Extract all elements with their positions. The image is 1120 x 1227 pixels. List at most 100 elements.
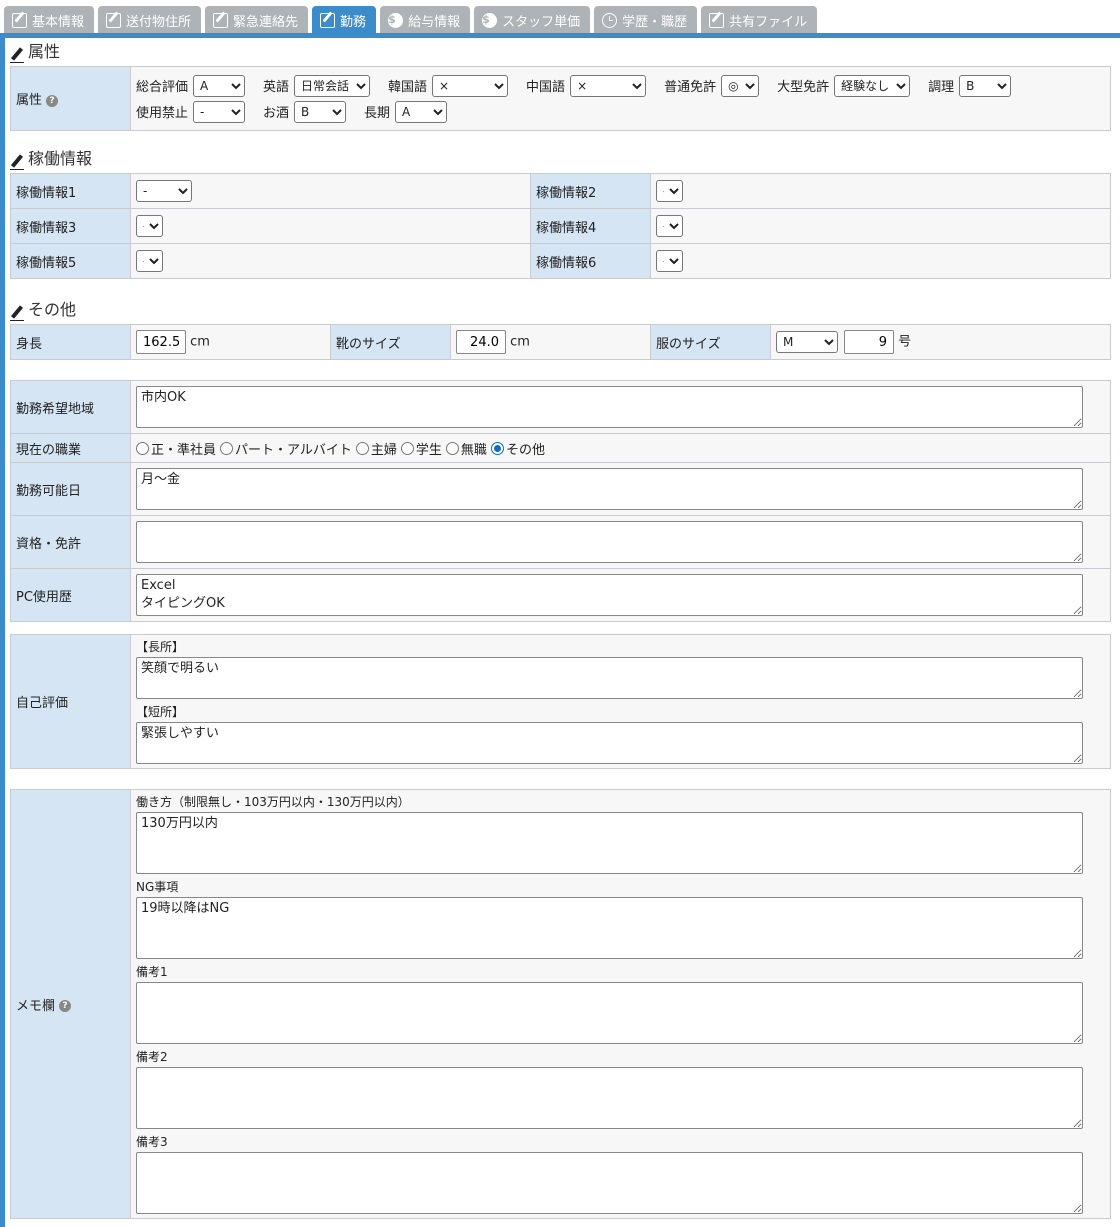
license-row: 資格・免許 (10, 515, 1111, 569)
current-job-label: 現在の職業 (10, 433, 131, 463)
radio-button-selected[interactable] (490, 441, 504, 455)
memo-label-cell: メモ欄? (10, 789, 131, 1219)
tab-shared-files[interactable]: 共有ファイル (701, 6, 818, 34)
current-job-radio-group: 正・準社員 パート・アルバイト 主婦 学生 無職 その他 (136, 439, 1105, 458)
tab-education-career[interactable]: 学歴・職歴 (594, 6, 698, 34)
radio-button[interactable] (445, 441, 459, 455)
ng-items-label: NG事項 (136, 880, 179, 894)
job-radio-parttime[interactable]: パート・アルバイト (220, 439, 352, 458)
ng-items-textarea[interactable]: 19時以降はNG (136, 897, 1083, 959)
tab-label: 共有ファイル (729, 14, 808, 30)
height-input[interactable] (136, 330, 186, 354)
alcohol-select[interactable]: B (294, 100, 347, 123)
job-radio-other[interactable]: その他 (490, 439, 545, 458)
korean-select[interactable]: × (432, 74, 509, 97)
note3-textarea[interactable] (136, 1152, 1083, 1214)
tab-label: 基本情報 (32, 14, 85, 30)
self-evaluation-value-cell: 【長所】 笑顔で明るい 【短所】 緊張しやすい (130, 634, 1111, 769)
work-style-textarea[interactable]: 130万円以内 (136, 812, 1083, 874)
pc-history-label: PC使用歴 (10, 568, 131, 622)
available-days-value-cell: 月～金 (130, 462, 1111, 516)
attributes-row: 属性? 総合評価 A 英語 日常会話 韓国語 × 中国語 × 普通免許 ◎ 大型免許 経験な… (10, 66, 1111, 131)
operation-value-cell: - (650, 208, 1111, 244)
operation-label: 稼働情報2 (530, 173, 651, 209)
tab-label: 給与情報 (408, 14, 461, 30)
operation-5-select[interactable]: - (136, 250, 163, 272)
edit-icon (709, 12, 725, 28)
prohibited-select[interactable]: - (193, 100, 246, 123)
english-select[interactable]: 日常会話 (294, 74, 371, 97)
long-term-select[interactable]: A (395, 100, 448, 123)
operation-4-select[interactable]: - (656, 215, 683, 237)
tab-label: 勤務 (340, 14, 367, 30)
pc-history-textarea[interactable]: Excel タイピングOK (136, 574, 1083, 616)
clothes-size-select[interactable]: M (776, 330, 838, 353)
attributes-label-cell: 属性? (10, 66, 131, 131)
weakness-label: 【短所】 (136, 705, 185, 719)
self-evaluation-table: 自己評価 【長所】 笑顔で明るい 【短所】 緊張しやすい (10, 634, 1111, 769)
operation-label: 稼働情報1 (10, 173, 131, 209)
shoe-size-label: 靴のサイズ (330, 324, 451, 360)
operation-label: 稼働情報6 (530, 243, 651, 279)
strength-textarea[interactable]: 笑顔で明るい (136, 657, 1083, 699)
clothes-number-input[interactable] (844, 330, 894, 354)
operation-1-select[interactable]: - (136, 180, 192, 202)
license-textarea[interactable] (136, 521, 1083, 563)
job-radio-student[interactable]: 学生 (400, 439, 442, 458)
note2-textarea[interactable] (136, 1067, 1083, 1129)
driver-license-select[interactable]: ◎ (721, 74, 760, 97)
attr-english: 英語 日常会話 (263, 74, 371, 97)
tab-emergency-contact[interactable]: 緊急連絡先 (205, 6, 309, 34)
operation-table: 稼働情報1 - 稼働情報2 - 稼働情報3 - 稼働情報4 - 稼働情報5 - … (10, 173, 1111, 279)
available-days-textarea[interactable]: 月～金 (136, 468, 1083, 510)
tab-basic-info[interactable]: 基本情報 (4, 6, 95, 34)
operation-6-select[interactable]: - (656, 250, 683, 272)
section-title-other: その他 (10, 279, 1110, 324)
radio-button[interactable] (220, 441, 234, 455)
pencil-icon (10, 306, 24, 321)
work-area-textarea[interactable]: 市内OK (136, 386, 1083, 428)
pencil-icon (10, 155, 24, 170)
edit-icon (320, 12, 336, 28)
clock-icon (602, 12, 618, 28)
chinese-select[interactable]: × (570, 74, 647, 97)
job-radio-housewife[interactable]: 主婦 (355, 439, 397, 458)
edit-icon (106, 12, 122, 28)
cooking-select[interactable]: B (959, 74, 1012, 97)
self-evaluation-row: 自己評価 【長所】 笑顔で明るい 【短所】 緊張しやすい (10, 634, 1111, 769)
tab-staff-rate[interactable]: $ スタッフ単価 (474, 6, 591, 34)
weakness-textarea[interactable]: 緊張しやすい (136, 722, 1083, 764)
operation-label: 稼働情報3 (10, 208, 131, 244)
height-value-cell: cm (130, 324, 331, 360)
operation-2-select[interactable]: - (656, 180, 683, 202)
license-label: 資格・免許 (10, 515, 131, 569)
body-size-row: 身長 cm 靴のサイズ cm 服のサイズ M 号 (10, 324, 1111, 360)
dollar-icon: $ (482, 12, 498, 28)
attributes-table: 属性? 総合評価 A 英語 日常会話 韓国語 × 中国語 × 普通免許 ◎ 大型免許 経験な… (10, 66, 1111, 131)
job-radio-unemployed[interactable]: 無職 (445, 439, 487, 458)
attr-driver-license: 普通免許 ◎ (664, 74, 760, 97)
note3-label: 備考3 (136, 1135, 168, 1149)
tab-salary-info[interactable]: $ 給与情報 (380, 6, 471, 34)
help-icon[interactable]: ? (46, 94, 59, 107)
radio-button[interactable] (136, 441, 149, 455)
radio-button[interactable] (355, 441, 369, 455)
tab-mailing-address[interactable]: 送付物住所 (98, 6, 202, 34)
job-radio-fulltime[interactable]: 正・準社員 (136, 439, 216, 458)
attr-alcohol: お酒 B (263, 100, 347, 123)
note1-textarea[interactable] (136, 982, 1083, 1044)
operation-label: 稼働情報5 (10, 243, 131, 279)
help-icon[interactable]: ? (59, 1000, 72, 1012)
note1-label: 備考1 (136, 965, 168, 979)
current-job-row: 現在の職業 正・準社員 パート・アルバイト 主婦 学生 無職 その他 (10, 433, 1111, 463)
edit-icon (12, 12, 27, 28)
shoe-size-input[interactable] (456, 330, 506, 354)
radio-button[interactable] (400, 441, 414, 455)
edit-icon (213, 12, 229, 28)
large-license-select[interactable]: 経験なし (834, 74, 911, 97)
overall-rating-select[interactable]: A (193, 74, 246, 97)
operation-value-cell: - (130, 173, 531, 209)
operation-3-select[interactable]: - (136, 215, 163, 237)
tab-work[interactable]: 勤務 (312, 6, 377, 34)
dollar-icon: $ (388, 12, 404, 28)
